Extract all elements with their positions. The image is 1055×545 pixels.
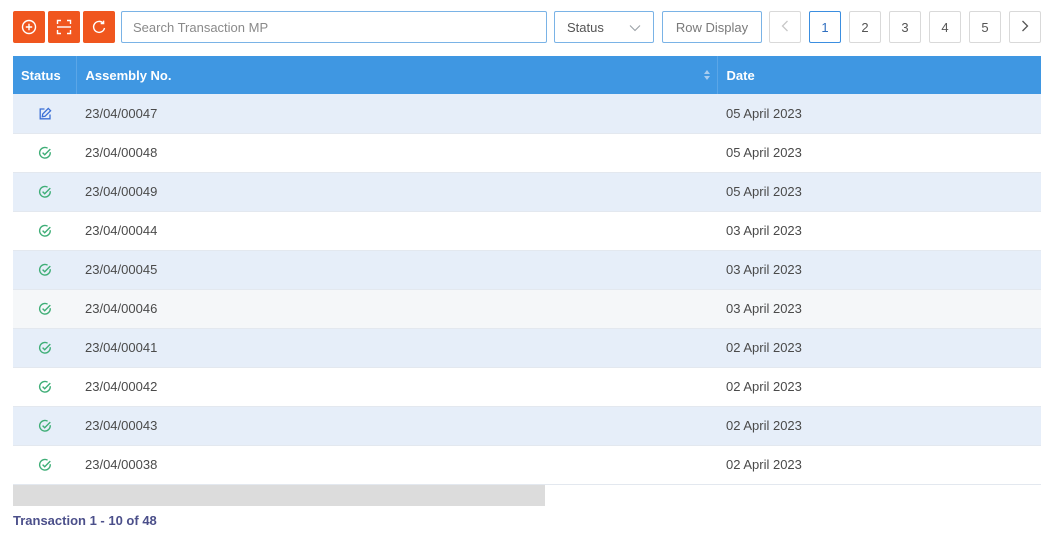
scrollbar-thumb[interactable]: [13, 485, 545, 506]
toolbar: Status Row Display 1 2 3 4 5: [13, 11, 1043, 44]
page-button-5[interactable]: 5: [969, 11, 1001, 43]
scan-button[interactable]: [48, 11, 80, 43]
table-row[interactable]: 23/04/00046 03 April 2023: [13, 289, 1041, 328]
pagination: 1 2 3 4 5: [769, 11, 1041, 43]
status-cell: [13, 211, 76, 250]
status-cell: [13, 445, 76, 484]
status-cell: [13, 133, 76, 172]
status-select-label: Status: [567, 19, 604, 35]
assembly-number-cell: 23/04/00043: [85, 418, 158, 433]
date-cell: 05 April 2023: [726, 105, 802, 121]
table-row[interactable]: 23/04/00042 02 April 2023: [13, 367, 1041, 406]
date-cell: 03 April 2023: [726, 223, 802, 238]
table-row[interactable]: 23/04/00049 05 April 2023: [13, 172, 1041, 211]
date-cell: 05 April 2023: [726, 145, 802, 160]
date-cell: 02 April 2023: [726, 379, 802, 394]
assembly-number-cell: 23/04/00047: [85, 105, 158, 121]
date-cell: 02 April 2023: [726, 340, 802, 355]
date-cell: 02 April 2023: [726, 457, 802, 472]
status-cell: [13, 367, 76, 406]
column-header-status[interactable]: Status: [13, 56, 76, 94]
table-row[interactable]: 23/04/00045 03 April 2023: [13, 250, 1041, 289]
status-cell: [13, 406, 76, 445]
assembly-number-cell: 23/04/00042: [85, 379, 158, 394]
check-circle-icon: [38, 419, 52, 433]
chevron-left-icon: [781, 20, 789, 35]
check-circle-icon: [38, 380, 52, 394]
table-row[interactable]: 23/04/00048 05 April 2023: [13, 133, 1041, 172]
column-header-assembly-label: Assembly No.: [85, 67, 172, 83]
horizontal-scrollbar[interactable]: [13, 485, 1041, 506]
chevron-right-icon: [1021, 20, 1029, 35]
add-button[interactable]: [13, 11, 45, 43]
column-header-date[interactable]: Date: [717, 56, 1041, 94]
column-header-assembly[interactable]: Assembly No.: [75, 56, 718, 94]
table-row[interactable]: 23/04/00047 05 April 2023: [13, 94, 1041, 133]
table-row[interactable]: 23/04/00043 02 April 2023: [13, 406, 1041, 445]
refresh-icon: [91, 19, 107, 35]
check-circle-icon: [38, 146, 52, 160]
check-circle-icon: [38, 341, 52, 355]
assembly-number-cell: 23/04/00044: [85, 223, 158, 238]
status-cell: [13, 328, 76, 367]
sort-icon[interactable]: [703, 69, 711, 84]
assembly-number-cell: 23/04/00045: [85, 262, 158, 277]
assembly-number-cell: 23/04/00038: [85, 457, 158, 472]
table-row[interactable]: 23/04/00038 02 April 2023: [13, 445, 1041, 484]
check-circle-icon: [38, 263, 52, 277]
next-page-button[interactable]: [1009, 11, 1041, 43]
row-display-button[interactable]: Row Display: [662, 11, 762, 43]
prev-page-button[interactable]: [769, 11, 801, 43]
page-button-2[interactable]: 2: [849, 11, 881, 43]
check-circle-icon: [38, 458, 52, 472]
check-circle-icon: [38, 224, 52, 238]
check-circle-icon: [38, 302, 52, 316]
date-cell: 05 April 2023: [726, 184, 802, 199]
check-circle-icon: [38, 185, 52, 199]
table-row[interactable]: 23/04/00041 02 April 2023: [13, 328, 1041, 367]
status-select[interactable]: Status: [554, 11, 654, 43]
edit-icon[interactable]: [38, 107, 52, 121]
assembly-number-cell: 23/04/00041: [85, 340, 158, 355]
status-cell: [13, 172, 76, 211]
assembly-number-cell: 23/04/00046: [85, 301, 158, 316]
table-row[interactable]: 23/04/00044 03 April 2023: [13, 211, 1041, 250]
scan-icon: [56, 19, 72, 35]
transaction-count: Transaction 1 - 10 of 48: [13, 513, 157, 528]
row-display-label: Row Display: [675, 19, 749, 35]
transaction-table: Status Assembly No. Date 23/04/00047 05 A…: [13, 56, 1041, 485]
status-cell: [13, 250, 76, 289]
refresh-button[interactable]: [83, 11, 115, 43]
plus-circle-icon: [21, 19, 37, 35]
search-input[interactable]: [121, 11, 547, 43]
assembly-number-cell: 23/04/00048: [85, 145, 158, 160]
table-header-row: Status Assembly No. Date: [13, 56, 1041, 94]
status-cell: [13, 94, 76, 133]
status-cell: [13, 289, 76, 328]
date-cell: 02 April 2023: [726, 418, 802, 433]
chevron-down-icon: [629, 20, 641, 35]
date-cell: 03 April 2023: [726, 262, 802, 277]
page-button-3[interactable]: 3: [889, 11, 921, 43]
assembly-number-cell: 23/04/00049: [85, 184, 158, 199]
page-button-1[interactable]: 1: [809, 11, 841, 43]
date-cell: 03 April 2023: [726, 301, 802, 316]
page-button-4[interactable]: 4: [929, 11, 961, 43]
